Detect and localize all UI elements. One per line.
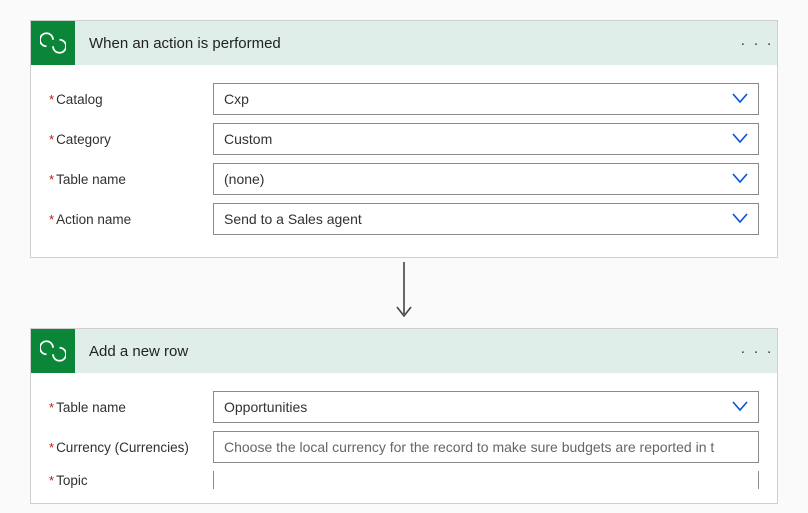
field-value: Cxp [224,91,724,107]
required-icon: * [49,212,54,227]
chevron-down-icon [732,171,748,187]
label-text: Action name [56,212,131,227]
action-card: Add a new row · · · * Table name Opportu… [30,328,778,504]
required-icon: * [49,440,54,455]
trigger-card-header[interactable]: When an action is performed · · · [31,21,777,65]
label-text: Topic [56,473,88,488]
card-menu-button[interactable]: · · · [737,35,777,52]
field-value: Opportunities [224,399,724,415]
chevron-down-icon [732,211,748,227]
action-dropdown[interactable]: Send to a Sales agent [213,203,759,235]
chevron-down-icon [732,399,748,415]
category-label: * Category [49,132,213,147]
action-card-header[interactable]: Add a new row · · · [31,329,777,373]
chevron-down-icon [732,131,748,147]
currency-input[interactable]: Choose the local currency for the record… [213,431,759,463]
field-value: Custom [224,131,724,147]
flow-connector-arrow [30,258,778,328]
label-text: Table name [56,400,126,415]
field-row-category: * Category Custom [49,123,759,155]
required-icon: * [49,132,54,147]
table-dropdown[interactable]: (none) [213,163,759,195]
trigger-card-title: When an action is performed [75,35,737,52]
dataverse-icon [31,21,75,65]
table2-label: * Table name [49,400,213,415]
field-row-currency: * Currency (Currencies) Choose the local… [49,431,759,463]
field-row-action: * Action name Send to a Sales agent [49,203,759,235]
field-placeholder: Choose the local currency for the record… [224,439,748,455]
trigger-card-body: * Catalog Cxp * Category Custom [31,65,777,257]
label-text: Table name [56,172,126,187]
currency-label: * Currency (Currencies) [49,440,213,455]
chevron-down-icon [732,91,748,107]
topic-label: * Topic [49,473,213,488]
catalog-label: * Catalog [49,92,213,107]
action-card-body: * Table name Opportunities * Currency (C… [31,373,777,503]
action-label: * Action name [49,212,213,227]
category-dropdown[interactable]: Custom [213,123,759,155]
catalog-dropdown[interactable]: Cxp [213,83,759,115]
label-text: Currency (Currencies) [56,440,189,455]
action-card-title: Add a new row [75,343,737,360]
required-icon: * [49,172,54,187]
topic-input[interactable] [213,471,759,489]
field-row-table2: * Table name Opportunities [49,391,759,423]
label-text: Category [56,132,111,147]
label-text: Catalog [56,92,103,107]
field-row-table: * Table name (none) [49,163,759,195]
trigger-card: When an action is performed · · · * Cata… [30,20,778,258]
required-icon: * [49,473,54,488]
field-value: (none) [224,171,724,187]
field-value: Send to a Sales agent [224,211,724,227]
table2-dropdown[interactable]: Opportunities [213,391,759,423]
dataverse-icon [31,329,75,373]
field-row-catalog: * Catalog Cxp [49,83,759,115]
card-menu-button[interactable]: · · · [737,343,777,360]
required-icon: * [49,92,54,107]
field-row-topic: * Topic [49,471,759,489]
table-label: * Table name [49,172,213,187]
required-icon: * [49,400,54,415]
